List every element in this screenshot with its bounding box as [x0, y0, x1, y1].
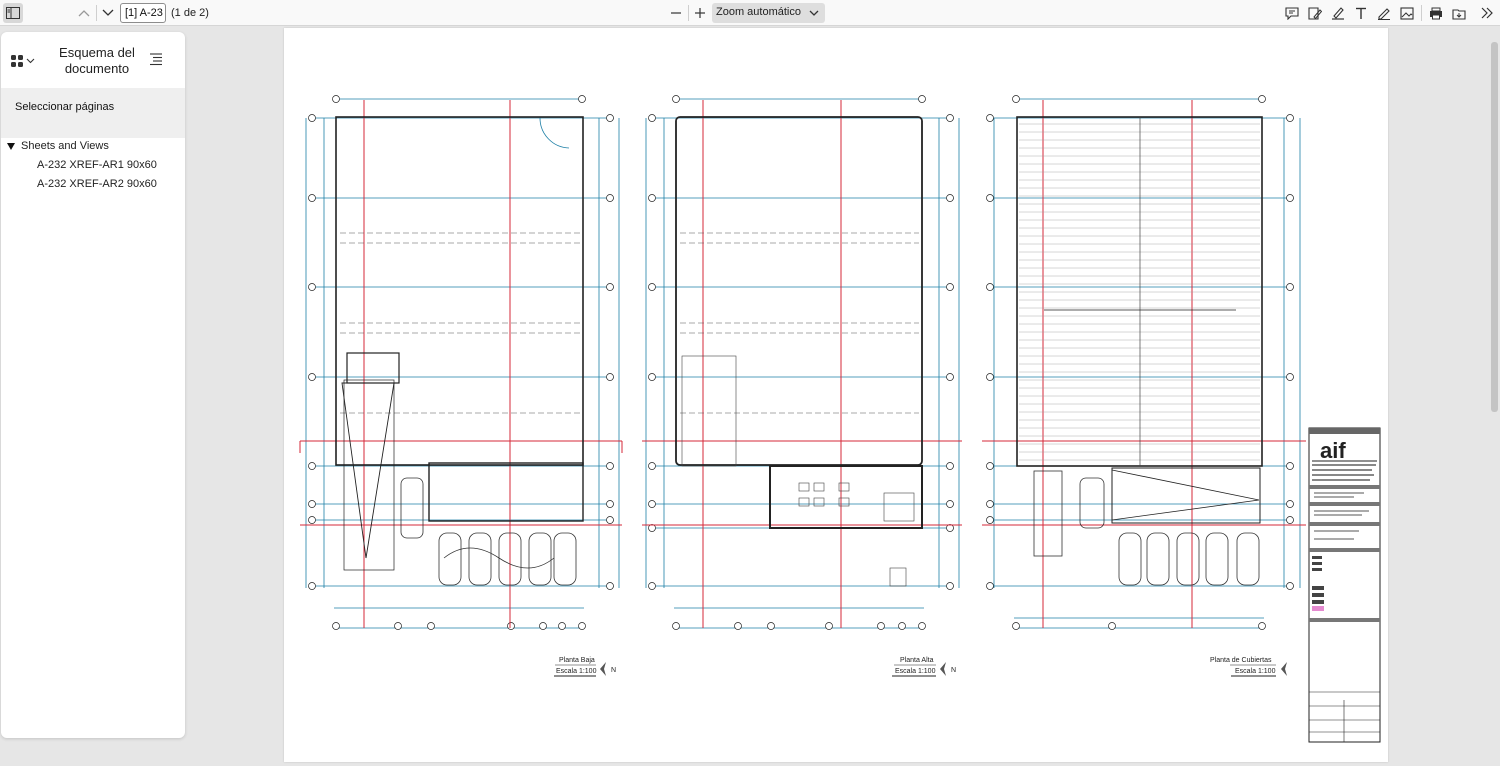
main-toolbar: [1] A-23 (1 de 2) Zoom automático — [0, 0, 1500, 26]
chevron-up-icon — [78, 10, 90, 17]
chevron-down-icon — [102, 9, 114, 16]
signature-button[interactable] — [1306, 3, 1324, 23]
save-icon — [1452, 8, 1466, 20]
plan-upper-floor: Planta Alta Escala 1:100 N — [642, 95, 962, 677]
svg-text:N: N — [611, 667, 616, 674]
document-outline-sidebar: Esquema del documento Seleccionar página… — [1, 32, 185, 738]
grid-icon — [11, 55, 23, 67]
print-button[interactable] — [1427, 3, 1445, 23]
tree-item[interactable]: A-232 XREF-AR2 90x60 — [37, 178, 157, 190]
highlight-button[interactable] — [1329, 3, 1347, 23]
plan-title: Planta Baja — [559, 657, 595, 664]
zoom-out-button[interactable] — [668, 3, 684, 23]
plan-roof: Planta de Cubiertas Escala 1:100 — [982, 95, 1306, 677]
save-button[interactable] — [1450, 3, 1468, 23]
image-icon — [1400, 6, 1414, 20]
chevron-down-icon — [26, 58, 35, 64]
more-tools-button[interactable] — [1478, 3, 1496, 23]
select-pages-button[interactable]: Seleccionar páginas — [1, 88, 185, 138]
plan-scale: Escala 1:100 — [556, 668, 597, 675]
plan-scale: Escala 1:100 — [1235, 668, 1276, 675]
text-tool-button[interactable] — [1352, 3, 1370, 23]
draw-button[interactable] — [1375, 3, 1393, 23]
print-icon — [1430, 7, 1442, 19]
text-icon — [1356, 7, 1366, 19]
signature-icon — [1308, 6, 1322, 20]
document-page: Planta Baja Escala 1:100 N Planta Alta E… — [284, 28, 1388, 762]
list-options-icon — [150, 53, 162, 66]
sidebar-toggle-button[interactable] — [3, 3, 23, 23]
svg-text:N: N — [951, 667, 956, 674]
next-page-button[interactable] — [100, 3, 116, 23]
sidebar-toggle-icon — [6, 7, 20, 19]
toolbar-separator — [1421, 5, 1422, 21]
title-block-logo: aif — [1320, 438, 1346, 463]
scrollbar-thumb[interactable] — [1491, 42, 1498, 412]
tree-root-item[interactable]: Sheets and Views — [7, 140, 109, 152]
title-block: aif — [1308, 427, 1381, 743]
north-arrow-icon — [1281, 662, 1287, 676]
tree-item[interactable]: A-232 XREF-AR1 90x60 — [37, 159, 157, 171]
vertical-scrollbar[interactable] — [1488, 28, 1500, 766]
plan-ground-floor: Planta Baja Escala 1:100 N — [299, 95, 623, 677]
sidebar-title: Esquema del documento — [59, 45, 135, 76]
outline-options-button[interactable] — [149, 52, 167, 70]
more-tools-icon — [1481, 7, 1493, 19]
comment-button[interactable] — [1283, 3, 1301, 23]
page-number-input[interactable]: [1] A-23 — [120, 3, 166, 23]
tree-root-label: Sheets and Views — [21, 140, 109, 152]
image-button[interactable] — [1398, 3, 1416, 23]
sidebar-view-switch-button[interactable] — [11, 50, 45, 72]
plan-title: Planta Alta — [900, 657, 934, 664]
page-count: (1 de 2) — [171, 7, 209, 19]
previous-page-button[interactable] — [76, 3, 92, 23]
sidebar-header: Esquema del documento — [1, 32, 185, 88]
toolbar-separator — [688, 5, 689, 21]
north-arrow-icon: N — [940, 662, 956, 676]
zoom-select[interactable]: Zoom automático — [712, 3, 825, 23]
zoom-in-button[interactable] — [692, 3, 708, 23]
draw-icon — [1378, 7, 1390, 20]
plan-scale: Escala 1:100 — [895, 668, 936, 675]
plus-icon — [695, 8, 705, 18]
comment-icon — [1285, 6, 1299, 20]
architectural-drawing: Planta Baja Escala 1:100 N Planta Alta E… — [299, 95, 1381, 743]
minus-icon — [671, 12, 681, 14]
plan-title: Planta de Cubiertas — [1210, 657, 1272, 664]
triangle-down-icon — [7, 142, 15, 150]
chevron-down-icon — [809, 10, 819, 16]
toolbar-separator — [96, 5, 97, 21]
highlight-icon — [1332, 6, 1344, 20]
north-arrow-icon: N — [600, 662, 616, 676]
zoom-select-value: Zoom automático — [716, 6, 801, 18]
